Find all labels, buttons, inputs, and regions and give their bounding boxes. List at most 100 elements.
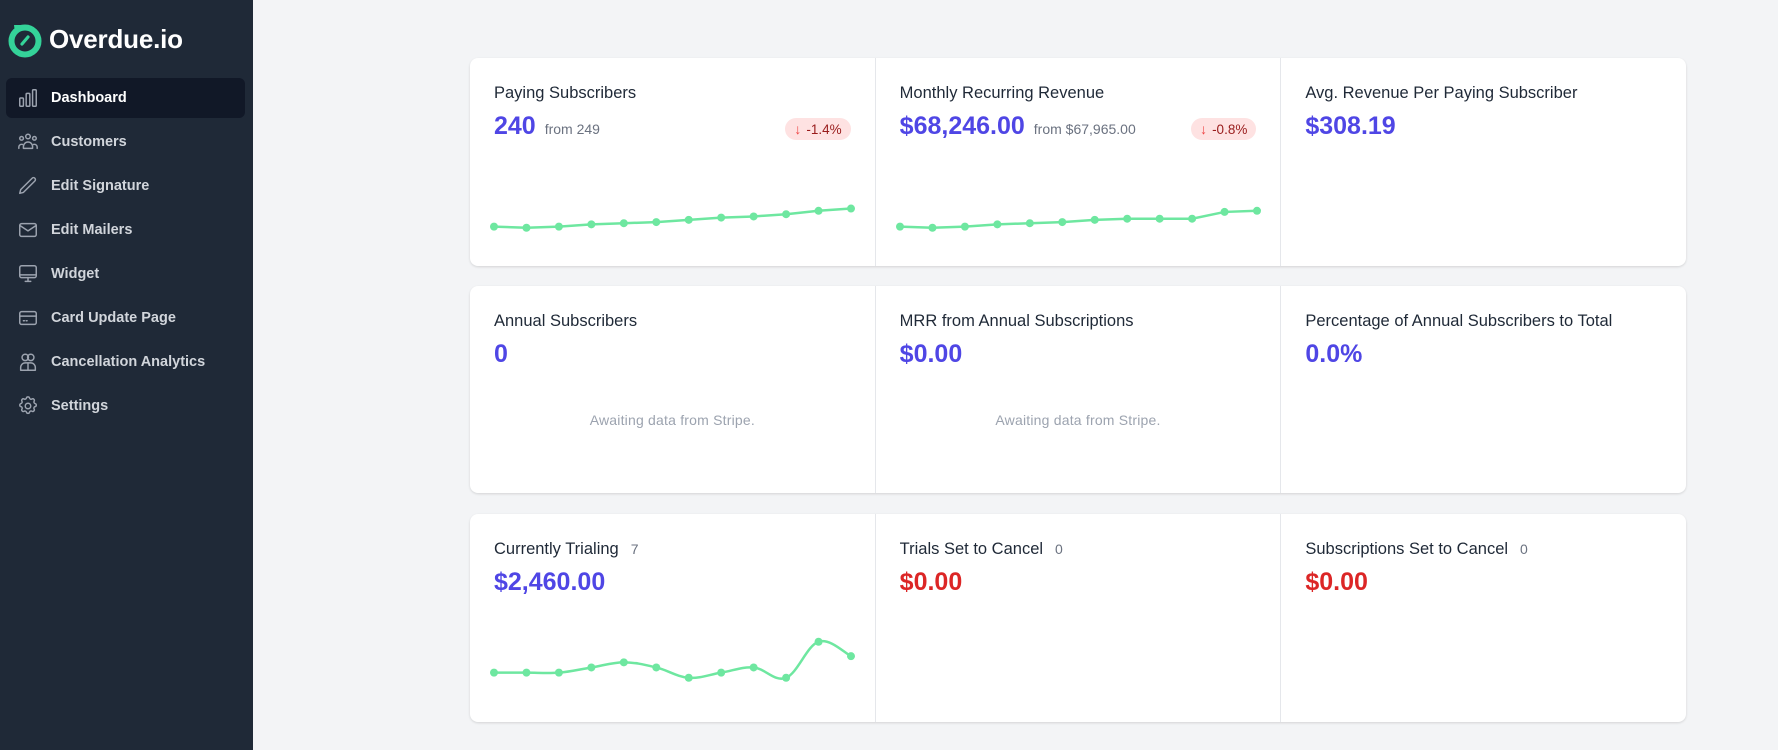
arrow-down-icon: ↓ [1200,121,1208,137]
mail-icon [15,217,41,243]
stat-title: MRR from Annual Subscriptions [899,312,1134,330]
desktop-icon [15,261,41,287]
gear-icon [15,393,41,419]
sparkline-point[interactable] [814,637,823,646]
sparkline-point[interactable] [749,212,758,221]
credit-card-icon [15,305,41,331]
pencil-icon [15,173,41,199]
stat-annual-percentage: Percentage of Annual Subscribers to Tota… [1280,286,1686,493]
stat-title: Subscriptions Set to Cancel [1305,540,1509,558]
sparkline-point[interactable] [684,673,693,682]
user-group-icon [15,129,41,155]
stat-title: Trials Set to Cancel [899,540,1044,558]
sparkline-point[interactable] [522,668,531,677]
sparkline-point[interactable] [782,673,791,682]
sidebar-item-label: Customers [51,134,127,150]
sparkline-point[interactable] [587,663,596,672]
stat-count: 7 [630,541,639,557]
change-badge: ↓ -1.4% [785,118,851,140]
sidebar-item-edit-mailers[interactable]: Edit Mailers [6,210,245,250]
sidebar-item-label: Edit Mailers [51,222,133,238]
sparkline-point[interactable] [1252,206,1261,215]
sparkline-point[interactable] [928,223,937,232]
stat-title: Paying Subscribers [494,84,637,102]
sparkline-point[interactable] [684,215,693,224]
stat-previous: from 249 [544,121,600,137]
sparkline-point[interactable] [652,663,661,672]
sparkline-point[interactable] [1122,214,1131,223]
sparkline-point[interactable] [782,210,791,219]
stat-value: $0.00 [1305,568,1368,596]
sparkline-point[interactable] [652,218,661,227]
sidebar-item-label: Widget [51,266,100,282]
sparkline-point[interactable] [554,668,563,677]
sparkline-point[interactable] [1155,214,1164,223]
sparkline-point[interactable] [619,658,628,667]
sparkline-point[interactable] [554,222,563,231]
sparkline-point[interactable] [895,222,904,231]
sidebar-item-dashboard[interactable]: Dashboard [6,78,245,118]
app-name: Overdue.io [49,23,183,54]
sparkline-point[interactable] [490,668,498,677]
sparkline-point[interactable] [717,213,726,222]
stat-paying-subscribers: Paying Subscribers 240 from 249 ↓ -1.4% [470,58,875,266]
stat-arpu: Avg. Revenue Per Paying Subscriber $308.… [1280,58,1686,266]
sparkline-point[interactable] [587,220,596,229]
logo[interactable]: Overdue.io [5,18,183,60]
sparkline-point[interactable] [1220,207,1229,216]
arrow-down-icon: ↓ [794,121,802,137]
stat-value: 240 [494,112,536,140]
stopwatch-refresh-icon [8,24,42,58]
sparkline-point[interactable] [619,219,628,228]
stats-row-overview: Paying Subscribers 240 from 249 ↓ -1.4% … [470,58,1686,266]
stat-count: 0 [1055,541,1063,557]
stat-value: 0.0% [1305,340,1363,368]
sparkline-point[interactable] [814,206,823,215]
stat-previous: from $67,965.00 [1033,121,1136,137]
stat-mrr: Monthly Recurring Revenue $68,246.00 fro… [874,58,1281,266]
change-value: -1.4% [806,121,842,137]
users-icon [15,349,41,375]
sparkline-point[interactable] [522,223,531,232]
sidebar-item-card-update-page[interactable]: Card Update Page [6,298,245,338]
sparkline-trialing [490,637,855,682]
stat-subscriptions-set-to-cancel: Subscriptions Set to Cancel 0 $0.00 [1280,514,1686,722]
sidebar-nav: Dashboard Customers Edit Signature Edit … [6,78,245,430]
sidebar-item-settings[interactable]: Settings [6,386,245,426]
sparkline-paying-subscribers [490,204,855,232]
stat-title: Annual Subscribers [494,312,638,330]
sidebar-item-widget[interactable]: Widget [6,254,245,294]
sidebar-item-cancellation-analytics[interactable]: Cancellation Analytics [6,342,245,382]
stat-value: $2,460.00 [494,568,606,596]
sparkline-point[interactable] [1090,215,1099,224]
sparkline-series-line [493,207,852,229]
awaiting-data-note: Awaiting data from Stripe. [995,412,1161,428]
sidebar-item-label: Edit Signature [51,178,150,194]
sidebar-item-label: Settings [51,398,109,414]
sidebar-item-label: Cancellation Analytics [51,354,206,370]
stat-value: 0 [494,340,508,368]
stats-row-annual: Annual Subscribers 0 Awaiting data from … [470,286,1686,493]
sparkline-point[interactable] [490,222,498,231]
sparkline-point[interactable] [847,204,855,213]
sparkline-point[interactable] [1025,219,1034,228]
sparkline-point[interactable] [960,222,969,231]
sidebar-item-edit-signature[interactable]: Edit Signature [6,166,245,206]
sparkline-point[interactable] [749,663,758,672]
sparkline-point[interactable] [1187,214,1196,223]
awaiting-data-note: Awaiting data from Stripe. [589,412,755,428]
sparkline-point[interactable] [1057,218,1066,227]
stat-value: $0.00 [899,340,963,368]
stat-annual-subscribers: Annual Subscribers 0 Awaiting data from … [470,286,875,493]
sparkline-point[interactable] [993,220,1002,229]
change-badge: ↓ -0.8% [1191,118,1257,140]
stat-value: $68,246.00 [899,112,1025,140]
stat-title: Monthly Recurring Revenue [899,84,1105,102]
sparkline-mrr [895,206,1261,232]
sparkline-point[interactable] [847,652,855,661]
sidebar-item-customers[interactable]: Customers [6,122,245,162]
change-value: -0.8% [1212,121,1248,137]
stat-currently-trialing: Currently Trialing 7 $2,460.00 [470,514,875,722]
stat-count: 0 [1520,541,1528,557]
sparkline-point[interactable] [717,668,726,677]
